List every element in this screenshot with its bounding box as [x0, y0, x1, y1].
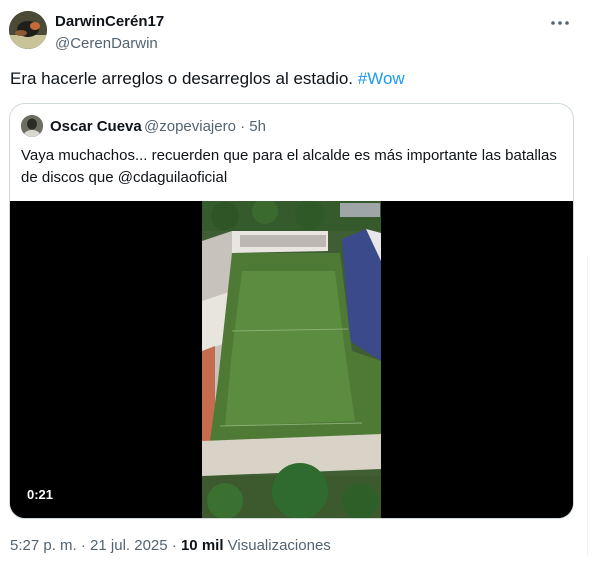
separator: · [235, 118, 250, 135]
views-label: Visualizaciones [227, 537, 331, 554]
views-count: 10 mil [180, 537, 224, 554]
quote-text: Vaya muchachos... recuerden que para el … [21, 147, 557, 186]
quote-author-meta: @zopeviajero · 5h [144, 118, 266, 135]
more-icon[interactable] [549, 13, 571, 33]
separator: · [167, 537, 181, 554]
hashtag-link[interactable]: #Wow [358, 69, 405, 88]
video-player[interactable]: 0:21 [10, 198, 573, 518]
tweet: DarwinCerén17 @CerenDarwin Era hacerle a… [0, 0, 596, 565]
tweet-body: Era hacerle arreglos o desarreglos al es… [10, 69, 354, 88]
quote-time[interactable]: 5h [249, 118, 266, 135]
quote-author-handle[interactable]: @zopeviajero [144, 118, 236, 135]
separator: · [76, 537, 91, 554]
video-duration: 0:21 [27, 487, 54, 502]
tweet-time[interactable]: 5:27 p. m. [10, 537, 77, 554]
tweet-footer: 5:27 p. m. · 21 jul. 2025 · 10 mil Visua… [10, 537, 331, 554]
stadium-video-frame [10, 198, 573, 518]
quote-author-avatar[interactable] [21, 115, 43, 137]
quote-author-name[interactable]: Oscar Cueva [50, 118, 142, 135]
author-name[interactable]: DarwinCerén17 [55, 13, 164, 30]
author-handle[interactable]: @CerenDarwin [55, 35, 158, 52]
quoted-tweet[interactable]: Oscar Cueva @zopeviajero · 5h Vaya mucha… [9, 103, 574, 519]
author-avatar[interactable] [9, 11, 47, 49]
tweet-date[interactable]: 21 jul. 2025 [90, 537, 168, 554]
divider [587, 256, 596, 556]
tweet-text: Era hacerle arreglos o desarreglos al es… [10, 69, 405, 89]
